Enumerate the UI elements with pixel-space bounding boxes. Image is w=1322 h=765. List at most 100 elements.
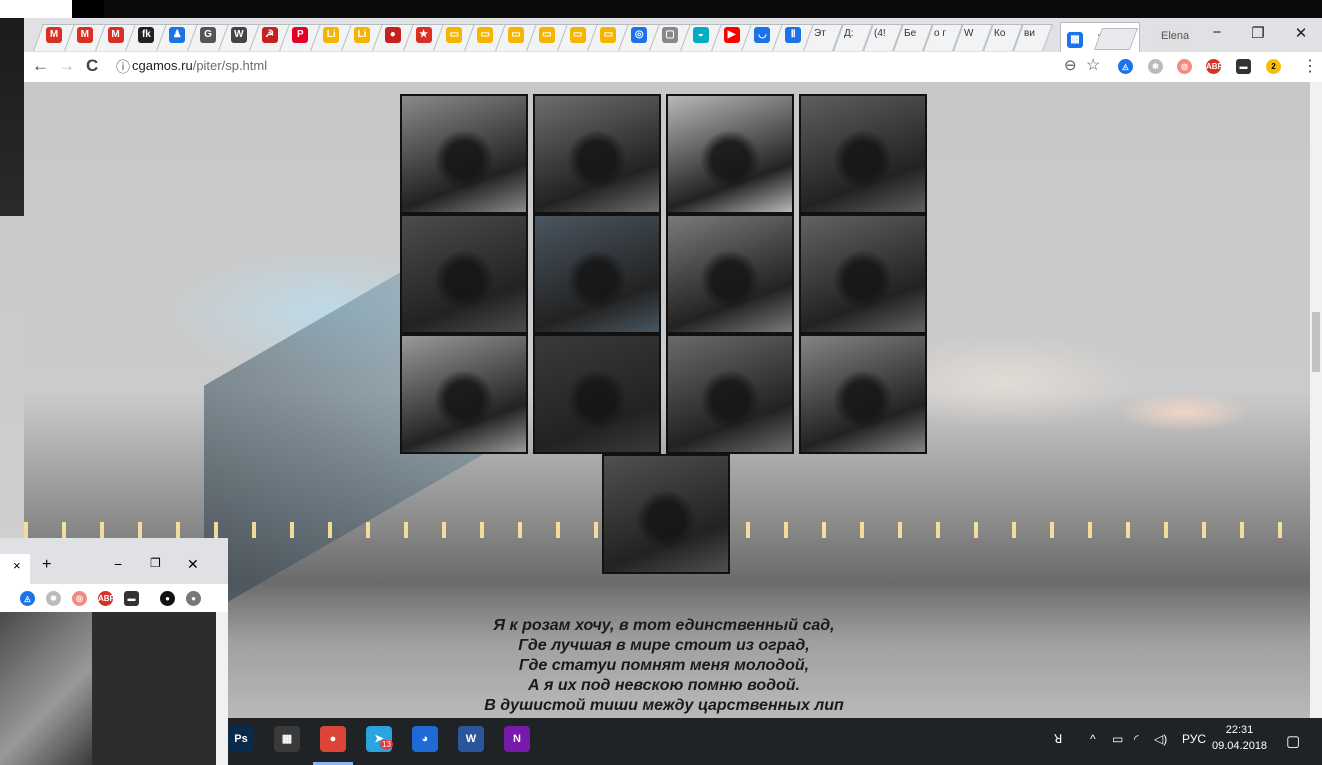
second-window-extension-icon-1[interactable]: ◬ — [20, 591, 35, 606]
tab-favicon-icon: ▭ — [538, 27, 555, 43]
second-window-restore-button[interactable]: ❐ — [150, 556, 161, 570]
tab-title: Бе — [904, 28, 917, 39]
tab-favicon-icon: ◡ — [754, 27, 771, 43]
tab-title: Д: — [844, 28, 854, 39]
photo-bronze-horseman[interactable] — [533, 94, 661, 214]
tab-favicon-icon: ▭ — [508, 27, 524, 43]
minimize-button[interactable]: − — [1202, 24, 1232, 41]
extension-icon-1[interactable]: ◬ — [1118, 59, 1133, 74]
photo-garden-statue[interactable] — [400, 214, 528, 334]
photo-cathedral[interactable] — [400, 334, 528, 454]
info-icon[interactable]: ⓘ — [116, 57, 130, 77]
second-window-scrollbar[interactable] — [216, 612, 228, 765]
tab-favicon-icon: W — [230, 27, 247, 43]
extension-icon-5[interactable]: ▬ — [1236, 59, 1251, 74]
clock-date: 09.04.2018 — [1212, 740, 1268, 752]
poem-text: Я к розам хочу, в тот единственный сад, Г… — [404, 616, 924, 716]
language-indicator[interactable]: РУС — [1182, 732, 1206, 746]
notifications-icon[interactable]: ▢ — [1286, 732, 1300, 750]
second-window-tab-close-icon[interactable]: × — [13, 558, 21, 573]
url-host: cgamos.ru — [132, 58, 193, 73]
zoom-icon[interactable]: ⊖ — [1064, 56, 1077, 74]
reload-button[interactable]: C — [86, 56, 98, 76]
taskbar-onenote-icon[interactable]: N — [504, 726, 530, 752]
taskbar-word-icon[interactable]: W — [458, 726, 484, 752]
photo-motorcycle[interactable] — [666, 334, 794, 454]
poem-line: В душистой тиши между царственных лип — [484, 697, 844, 714]
extension-icon-2[interactable]: ✱ — [1148, 59, 1163, 74]
forward-button[interactable]: → — [58, 56, 75, 76]
second-window-extension-icon-6[interactable]: ● — [160, 591, 175, 606]
tab-favicon-icon: ☭ — [261, 27, 278, 43]
second-window-extension-icon-7[interactable]: ● — [186, 591, 201, 606]
people-icon[interactable]: ꓤ — [1054, 732, 1062, 746]
taskbar-calendar-app-icon[interactable]: ▦ — [274, 726, 300, 752]
bookmark-star-icon[interactable]: ☆ — [1086, 55, 1100, 75]
photo-monument-square[interactable] — [799, 334, 927, 454]
tab-favicon-icon: ▭ — [446, 27, 463, 43]
url-path: /piter/sp.html — [192, 58, 268, 73]
taskbar-photoshop-icon[interactable]: Ps — [228, 726, 254, 752]
clock-time: 22:31 — [1225, 724, 1254, 736]
photo-street-walker[interactable] — [400, 94, 528, 214]
extension-icon-3[interactable]: ◎ — [1177, 59, 1192, 74]
page-favicon: ▦ — [1067, 32, 1083, 48]
photo-three-friends[interactable] — [533, 334, 661, 454]
tab-favicon-icon: Li — [323, 27, 340, 43]
photo-vintage-car-color[interactable] — [533, 214, 661, 334]
tab-favicon-icon: ★ — [415, 27, 432, 43]
restore-button[interactable]: ❐ — [1243, 24, 1273, 42]
second-window-adblock-icon[interactable]: ABP — [98, 591, 115, 606]
tab-favicon-icon: ▭ — [600, 27, 617, 43]
tab-title: Ко — [994, 28, 1006, 39]
url-text[interactable]: cgamos.ru/piter/sp.html — [132, 58, 267, 73]
tab-favicon-icon: ◎ — [631, 27, 648, 43]
photo-woman-street[interactable] — [799, 214, 927, 334]
second-window-minimize-button[interactable]: − — [114, 556, 122, 572]
desktop-window-shadow — [72, 0, 104, 18]
volume-icon[interactable]: ◁) — [1154, 732, 1167, 746]
photo-bridge-spire[interactable] — [666, 94, 794, 214]
tab-favicon-icon: ♟ — [169, 27, 186, 43]
tab-favicon-icon: ◒ — [692, 27, 709, 43]
page-scrollbar[interactable] — [1310, 82, 1322, 718]
scrollbar-thumb[interactable] — [1312, 312, 1320, 372]
second-window-tab-strip: × + − ❐ ✕ — [0, 538, 228, 584]
photo-young-man[interactable] — [602, 454, 730, 574]
second-window-new-tab-button[interactable]: + — [42, 556, 51, 574]
profile-label[interactable]: Elena — [1158, 30, 1193, 42]
taskbar: Ps ▦ ● ➤ 13 ◕ W N ꓤ ^ ▭ ◜ ◁) РУС 22:31 09.04.20… — [228, 718, 1322, 765]
second-window-close-button[interactable]: ✕ — [187, 556, 199, 573]
second-window-extension-icon-3[interactable]: ◎ — [72, 591, 87, 606]
adblock-icon[interactable]: ABP — [1206, 59, 1223, 74]
poem-line: А я их под невскою помню водой. — [527, 677, 800, 694]
browser-toolbar: ← → C ⓘ cgamos.ru/piter/sp.html ⊖ ☆ ◬ ✱ … — [24, 52, 1322, 83]
wifi-icon[interactable]: ◜ — [1134, 732, 1139, 746]
tab-favicon-icon: ● — [384, 27, 401, 43]
photo-couple-walking[interactable] — [799, 94, 927, 214]
taskbar-chrome-icon[interactable]: ● — [320, 726, 346, 752]
back-button[interactable]: ← — [32, 56, 49, 76]
second-window-extension-icon-5[interactable]: ▬ — [124, 591, 139, 606]
tab-favicon-icon: M — [46, 27, 62, 43]
taskbar-clock[interactable]: 22:31 09.04.2018 — [1212, 722, 1267, 754]
tab-title: ви — [1024, 28, 1035, 39]
tab-favicon-icon: fk — [138, 27, 155, 43]
browser-menu-icon[interactable]: ⋮ — [1302, 56, 1318, 76]
tab-title: Эт — [814, 28, 826, 39]
second-window-extension-icon-2[interactable]: ✱ — [46, 591, 61, 606]
close-button[interactable]: ✕ — [1286, 24, 1316, 42]
taskbar-firefox-icon[interactable]: ◕ — [412, 726, 438, 752]
tray-chevron-icon[interactable]: ^ — [1090, 732, 1096, 746]
poem-line: Где лучшая в мире стоит из оград, — [518, 637, 810, 654]
second-browser-window: × + − ❐ ✕ ◬ ✱ ◎ ABP ▬ ● ● — [0, 538, 228, 765]
address-bar[interactable]: ⓘ cgamos.ru/piter/sp.html ⊖ ☆ — [114, 55, 1104, 77]
poem-line: Где статуи помнят меня молодой, — [518, 657, 810, 674]
battery-icon[interactable]: ▭ — [1112, 732, 1123, 746]
extension-icon-6[interactable]: 2 — [1266, 59, 1281, 74]
tab-title: (4! — [874, 28, 886, 39]
telegram-badge: 13 — [380, 740, 393, 749]
poem-line: Я к розам хочу, в тот единственный сад, — [493, 617, 835, 634]
photo-vintage-car-bw[interactable] — [666, 214, 794, 334]
second-window-dark-panel — [92, 612, 216, 765]
